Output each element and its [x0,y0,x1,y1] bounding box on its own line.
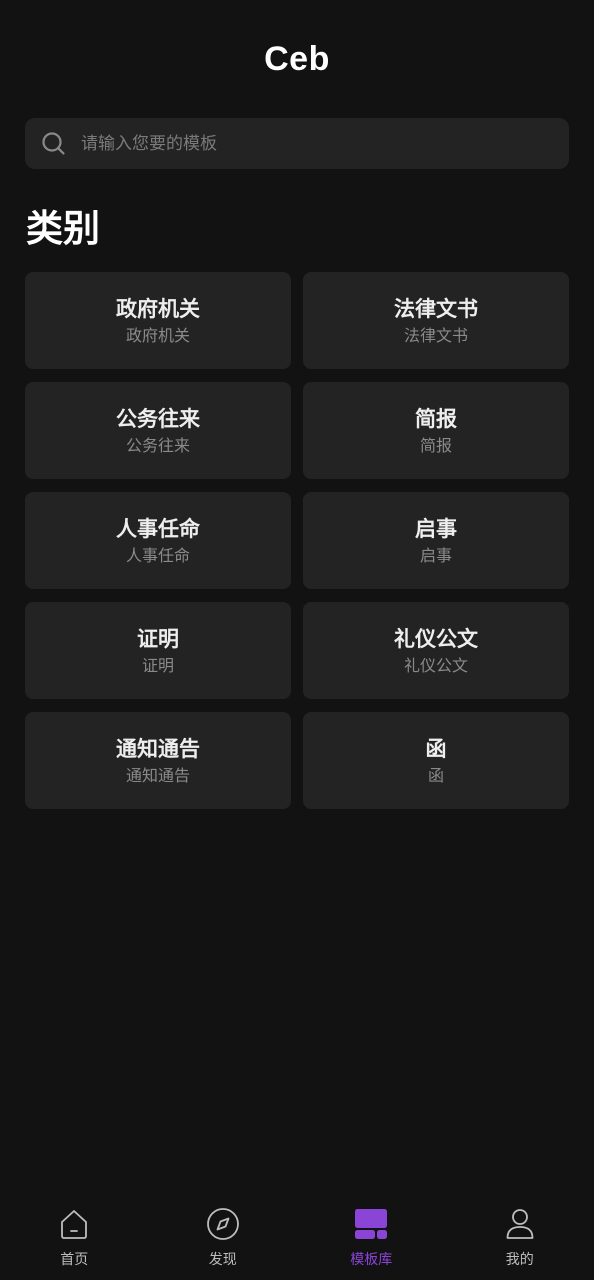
category-section-title: 类别 [26,207,100,250]
tab-mine[interactable]: 我的 [446,1190,594,1280]
category-subtitle: 政府机关 [125,325,190,345]
category-subtitle: 简报 [419,435,452,455]
page-title: Ceb [264,40,330,78]
category-subtitle: 启事 [419,545,452,565]
search-input[interactable] [81,118,569,169]
category-card-briefing[interactable]: 简报 简报 [303,382,569,479]
bottom-tab-bar: 首页 发现 模板库 我的 [0,1190,594,1280]
category-card-letter[interactable]: 函 函 [303,712,569,809]
app-screen: Ceb 类别 政府机关 政府机关 法律文书 法律文书 公务往来 公务往来 简报 … [0,0,594,1280]
search-bar[interactable] [25,118,569,169]
category-title: 法律文书 [394,296,478,321]
tab-label: 模板库 [350,1252,393,1268]
category-title: 政府机关 [116,296,200,321]
search-icon [41,131,67,157]
category-card-government[interactable]: 政府机关 政府机关 [25,272,291,369]
category-subtitle: 礼仪公文 [403,655,468,675]
template-library-icon [353,1206,389,1242]
home-icon [56,1206,92,1242]
category-title: 证明 [137,626,179,651]
category-subtitle: 通知通告 [125,765,190,785]
compass-icon [205,1206,241,1242]
category-title: 启事 [415,516,457,541]
tab-label: 我的 [505,1252,534,1268]
user-icon [502,1206,538,1242]
tab-home[interactable]: 首页 [0,1190,149,1280]
category-subtitle: 人事任命 [125,545,190,565]
tab-label: 发现 [208,1252,237,1268]
category-title: 礼仪公文 [394,626,478,651]
category-title: 简报 [415,406,457,431]
category-title: 函 [425,736,447,761]
category-title: 公务往来 [116,406,200,431]
category-card-certificate[interactable]: 证明 证明 [25,602,291,699]
category-card-etiquette[interactable]: 礼仪公文 礼仪公文 [303,602,569,699]
category-card-appointment[interactable]: 人事任命 人事任命 [25,492,291,589]
tab-template-library[interactable]: 模板库 [297,1190,446,1280]
category-card-official-correspondence[interactable]: 公务往来 公务往来 [25,382,291,479]
category-subtitle: 证明 [141,655,174,675]
category-title: 人事任命 [116,516,200,541]
category-grid: 政府机关 政府机关 法律文书 法律文书 公务往来 公务往来 简报 简报 人事任命… [25,272,569,809]
tab-discover[interactable]: 发现 [149,1190,298,1280]
category-card-legal[interactable]: 法律文书 法律文书 [303,272,569,369]
category-card-announcement[interactable]: 通知通告 通知通告 [25,712,291,809]
tab-label: 首页 [60,1252,89,1268]
category-subtitle: 法律文书 [403,325,468,345]
category-subtitle: 函 [427,765,444,785]
category-card-notice[interactable]: 启事 启事 [303,492,569,589]
category-subtitle: 公务往来 [125,435,190,455]
category-title: 通知通告 [116,736,200,761]
